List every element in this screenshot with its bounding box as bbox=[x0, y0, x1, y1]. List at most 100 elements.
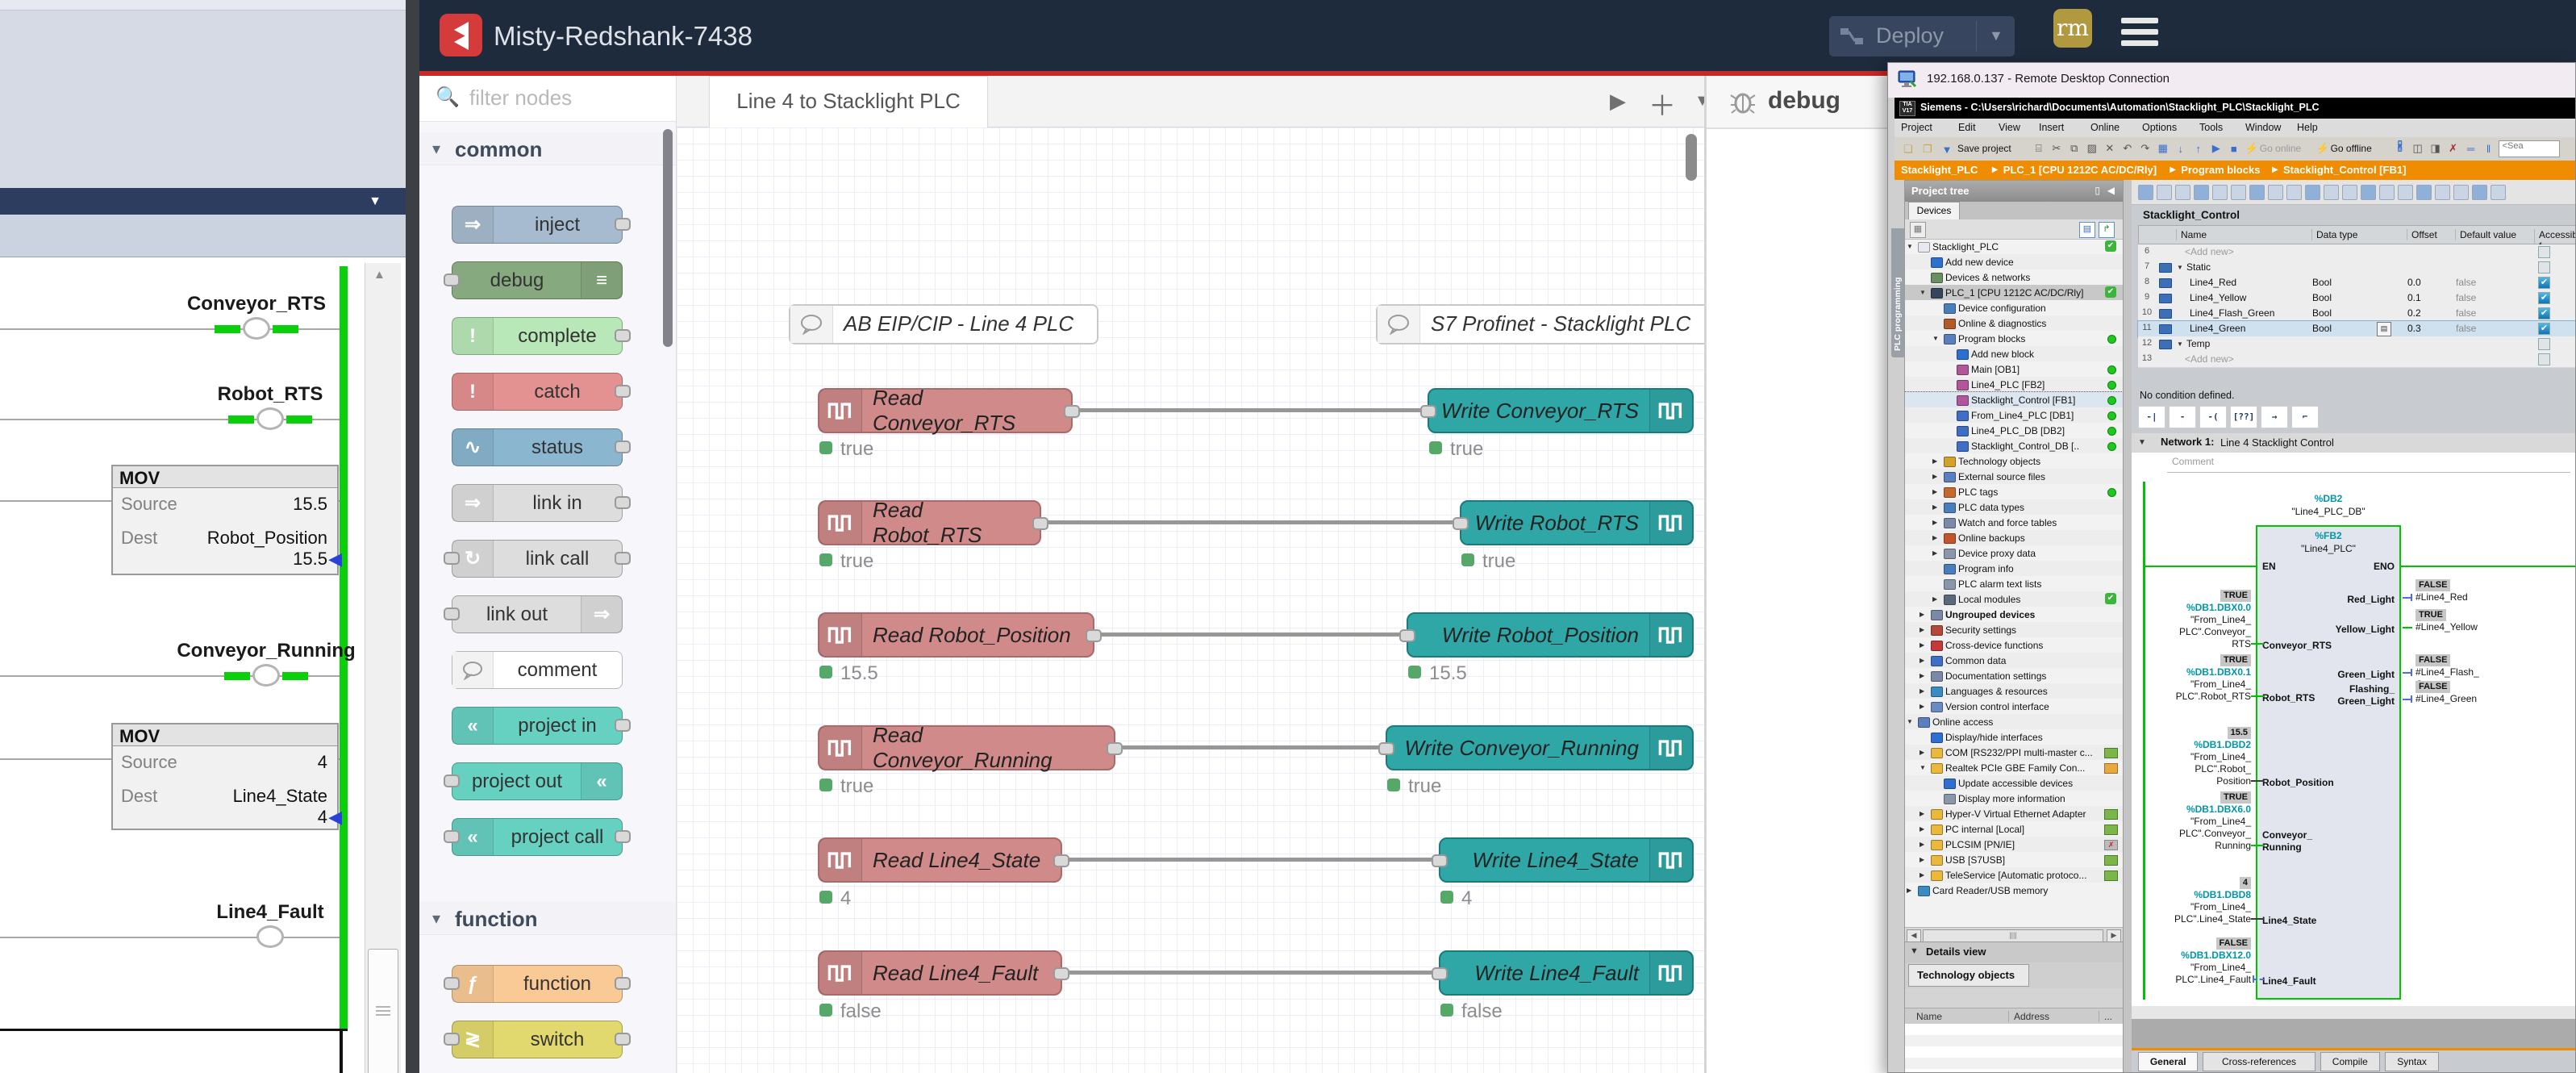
menu-view[interactable]: View bbox=[1999, 122, 2020, 133]
menu-insert[interactable]: Insert bbox=[2039, 122, 2064, 133]
input-port[interactable] bbox=[1432, 967, 1448, 980]
cell-name[interactable]: Static bbox=[2186, 261, 2211, 273]
tree-expand-icon[interactable]: ▶ bbox=[1919, 672, 1924, 679]
keep-icon[interactable] bbox=[2212, 185, 2228, 200]
coil-tag-label[interactable]: Conveyor_Running bbox=[145, 640, 387, 662]
tree-expand-icon[interactable]: ▼ bbox=[1919, 289, 1926, 296]
tree-item-plc-data-types[interactable]: ▶PLC data types bbox=[1905, 499, 2123, 515]
goto1-icon[interactable] bbox=[2305, 185, 2320, 200]
checkbox-empty[interactable] bbox=[2538, 246, 2550, 258]
tree-expand-icon[interactable]: ▶ bbox=[1932, 549, 1937, 557]
input-port[interactable] bbox=[1399, 629, 1415, 642]
palette-node-function[interactable]: ƒfunction bbox=[452, 965, 623, 1003]
tree-item-add-new-device[interactable]: Add new device bbox=[1905, 254, 2123, 269]
coil-tag-label[interactable]: Line4_Fault bbox=[149, 901, 391, 924]
tree-expand-icon[interactable]: ▶ bbox=[1932, 488, 1937, 495]
cell-name[interactable]: Temp bbox=[2186, 338, 2210, 349]
flow-node-Read-Conveyor_RTS[interactable]: Read Conveyor_RTS bbox=[818, 388, 1073, 433]
cell-name[interactable]: Line4_Flash_Green bbox=[2190, 307, 2274, 319]
block-db-name[interactable]: "Line4_PLC_DB" bbox=[2240, 506, 2417, 517]
tree-expand-icon[interactable]: ▶ bbox=[1932, 473, 1937, 480]
output-port[interactable] bbox=[615, 218, 631, 231]
palette-node-catch[interactable]: !catch bbox=[452, 373, 623, 411]
tab-compile[interactable]: Compile bbox=[2320, 1052, 2380, 1071]
scrollbar-thumb[interactable] bbox=[368, 949, 398, 1073]
flow-node-Write-Robot_RTS[interactable]: Write Robot_RTS bbox=[1460, 500, 1694, 545]
mov-source-value[interactable]: 15.5 bbox=[293, 494, 327, 515]
palette-node-project-in[interactable]: «project in bbox=[452, 707, 623, 745]
flow-node-Write-Robot_Position[interactable]: Write Robot_Position bbox=[1407, 612, 1694, 658]
operand-symbol[interactable]: #Line4_Yellow bbox=[2416, 621, 2553, 633]
operand-symbol[interactable]: "From_Line4_ PLC".Line4_State bbox=[2132, 901, 2251, 925]
plc-programming-side-tab[interactable]: PLC programming bbox=[1891, 228, 1905, 357]
output-port[interactable] bbox=[1064, 405, 1080, 418]
deploy-caret-icon[interactable]: ▼ bbox=[1989, 27, 2003, 44]
flow-node-Write-Line4_State[interactable]: Write Line4_State bbox=[1439, 837, 1694, 883]
monitor-on-icon[interactable] bbox=[2435, 185, 2450, 200]
tab-cross-references[interactable]: Cross-references bbox=[2203, 1052, 2315, 1071]
cell-offset[interactable]: 0.0 bbox=[2407, 277, 2421, 288]
tree-item-display-more-information[interactable]: Display more information bbox=[1905, 791, 2123, 806]
tree-item-program-blocks[interactable]: ▼Program blocks bbox=[1905, 331, 2123, 346]
sync-icon[interactable] bbox=[2491, 185, 2506, 200]
tree-item-plc-alarm-text-lists[interactable]: PLC alarm text lists bbox=[1905, 576, 2123, 591]
palette-node-complete[interactable]: !complete bbox=[452, 317, 623, 355]
tree-item-common-data[interactable]: ▶Common data bbox=[1905, 653, 2123, 668]
tree-expand-icon[interactable]: ▶ bbox=[1919, 871, 1924, 879]
flow-node-Read-Robot_RTS[interactable]: Read Robot_RTS bbox=[818, 500, 1041, 545]
palette-section-common[interactable]: ▾common bbox=[419, 132, 676, 165]
flow-node-Write-Conveyor_RTS[interactable]: Write Conveyor_RTS bbox=[1428, 388, 1694, 433]
coil-symbol[interactable] bbox=[256, 407, 284, 430]
flow-node-Read-Conveyor_Running[interactable]: Read Conveyor_Running bbox=[818, 725, 1115, 770]
tab-technology-objects[interactable]: Technology objects bbox=[1908, 964, 2029, 987]
table-row-10[interactable]: 10Line4_Flash_GreenBool0.2false✔ bbox=[2138, 306, 2576, 322]
tia-titlebar[interactable]: TIA V17 Siemens - C:\Users\richard\Docum… bbox=[1894, 98, 2576, 119]
palette-node-debug[interactable]: ≡debug bbox=[452, 261, 623, 299]
tree-item-line4-plc-fb2-[interactable]: Line4_PLC [FB2] bbox=[1905, 377, 2123, 392]
tree-item-main-ob1-[interactable]: Main [OB1] bbox=[1905, 361, 2123, 377]
goto3-icon[interactable] bbox=[2342, 185, 2357, 200]
tree-item-realtek-pcie-gbe-family-con-[interactable]: ▼Realtek PCIe GBE Family Con... bbox=[1905, 760, 2123, 775]
tree-item-line4-plc-db-db2-[interactable]: Line4_PLC_DB [DB2] bbox=[1905, 423, 2123, 438]
output-port[interactable] bbox=[615, 830, 631, 843]
input-port[interactable] bbox=[1378, 742, 1394, 755]
tree-item-watch-and-force-tables[interactable]: ▶Watch and force tables bbox=[1905, 515, 2123, 530]
menu-options[interactable]: Options bbox=[2142, 122, 2177, 133]
merge-icon[interactable] bbox=[2268, 185, 2283, 200]
flow-node-Read-Line4_State[interactable]: Read Line4_State bbox=[818, 837, 1062, 883]
insert-row-icon[interactable] bbox=[2194, 185, 2209, 200]
output-port[interactable] bbox=[615, 496, 631, 509]
operand-symbol[interactable]: "From_Line4_ PLC".Line4_Fault bbox=[2132, 962, 2251, 986]
output-port[interactable] bbox=[1053, 854, 1069, 867]
tree-expand-icon[interactable]: ▼ bbox=[1907, 718, 1913, 725]
tree-item-from-line4-plc-db1-[interactable]: From_Line4_PLC [DB1] bbox=[1905, 407, 2123, 423]
tab-devices[interactable]: Devices bbox=[1908, 202, 1960, 219]
input-port[interactable] bbox=[444, 1033, 460, 1046]
insert-network-icon[interactable] bbox=[2175, 185, 2190, 200]
coil-tag-label[interactable]: Conveyor_RTS bbox=[135, 293, 377, 315]
operand-symbol[interactable]: "From_Line4_ PLC".Robot_ Position bbox=[2132, 751, 2251, 787]
collapse-caret-icon[interactable]: ▼ bbox=[369, 194, 381, 209]
tree-item-documentation-settings[interactable]: ▶Documentation settings bbox=[1905, 668, 2123, 683]
tree-expand-icon[interactable]: ▼ bbox=[1932, 335, 1939, 342]
output-port[interactable] bbox=[615, 719, 631, 732]
menu-window[interactable]: Window bbox=[2245, 122, 2281, 133]
network-header[interactable]: ▼Network 1:Line 4 Stacklight Control bbox=[2132, 433, 2576, 453]
tree-expand-icon[interactable]: ▶ bbox=[1919, 687, 1924, 695]
tree-item-version-control-interface[interactable]: ▶Version control interface bbox=[1905, 699, 2123, 714]
palette-search[interactable]: 🔍 filter nodes bbox=[419, 76, 676, 122]
tree-collapse-icon[interactable]: ◀ bbox=[2107, 185, 2115, 196]
operand-symbol[interactable]: #Line4_Red bbox=[2416, 591, 2553, 603]
table-row-12[interactable]: 12▼Temp bbox=[2138, 336, 2576, 353]
tree-item-pc-internal-local-[interactable]: ▶PC internal [Local] bbox=[1905, 821, 2123, 837]
menu-tools[interactable]: Tools bbox=[2199, 122, 2223, 133]
table-row-8[interactable]: 8Line4_RedBool0.0false✔ bbox=[2138, 275, 2576, 291]
input-port[interactable] bbox=[444, 552, 460, 565]
deploy-button[interactable]: Deploy ▼ bbox=[1829, 16, 2015, 56]
tree-item-usb-s7usb-[interactable]: ▶USB [S7USB] bbox=[1905, 852, 2123, 867]
tree-item-plc-tags[interactable]: ▶PLC tags bbox=[1905, 484, 2123, 499]
toolbar-search-input[interactable]: <Sea bbox=[2499, 140, 2560, 157]
checkbox-checked[interactable]: ✔ bbox=[2538, 292, 2550, 304]
tree-expand-icon[interactable]: ▼ bbox=[1919, 764, 1926, 771]
tree-item-display-hide-interfaces[interactable]: Display/hide interfaces bbox=[1905, 729, 2123, 745]
